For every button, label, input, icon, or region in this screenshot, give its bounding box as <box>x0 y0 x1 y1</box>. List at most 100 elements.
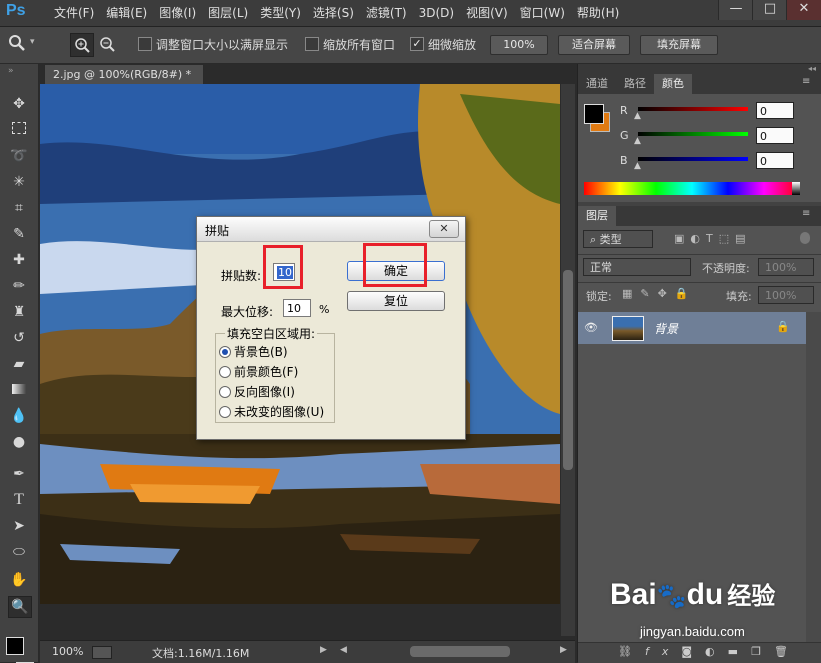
menu-item-8[interactable]: 视图(V) <box>460 0 514 26</box>
fill-screen-button[interactable]: 填充屏幕 <box>640 35 718 55</box>
document-tab[interactable]: 2.jpg @ 100%(RGB/8#) * × <box>44 64 204 101</box>
status-zoom[interactable]: 100% <box>52 645 83 658</box>
status-icon[interactable] <box>92 646 112 659</box>
fill-option-unaltered-label[interactable]: 未改变的图像(U) <box>234 403 324 420</box>
status-menu-arrow-icon[interactable]: ▶ <box>320 645 327 655</box>
channel-g-input[interactable]: 0 <box>756 127 794 144</box>
tab-layers[interactable]: 图层 <box>578 206 616 226</box>
pen-tool-icon[interactable]: ✒ <box>8 464 30 484</box>
fill-option-unaltered-radio[interactable] <box>219 406 231 418</box>
lock-position-icon[interactable]: ✥ <box>658 287 675 300</box>
blur-tool-icon[interactable]: 💧 <box>8 406 30 426</box>
fit-screen-button[interactable]: 适合屏幕 <box>558 35 630 55</box>
horizontal-scroll-thumb[interactable] <box>410 646 510 657</box>
zoom-all-checkbox[interactable] <box>305 37 319 51</box>
tab-paths[interactable]: 路径 <box>616 74 654 94</box>
minimize-button[interactable]: — <box>718 0 753 20</box>
ellipse-tool-icon[interactable]: ⬭ <box>8 542 30 562</box>
lock-pixels-icon[interactable]: ✎ <box>640 287 657 300</box>
dialog-title-bar[interactable]: 拼贴 ✕ <box>197 217 465 242</box>
fill-input[interactable]: 100% <box>758 286 814 304</box>
channel-b-slider[interactable] <box>638 157 748 161</box>
fill-option-inverse-label[interactable]: 反向图像(I) <box>234 383 295 400</box>
fill-option-inverse-radio[interactable] <box>219 386 231 398</box>
fill-option-background-label[interactable]: 背景色(B) <box>234 343 288 360</box>
channel-g-slider[interactable] <box>638 132 748 136</box>
path-selection-tool-icon[interactable]: ➤ <box>8 516 30 536</box>
color-spectrum-bw[interactable] <box>792 182 800 195</box>
panel-collapse-icon[interactable]: ◂◂ <box>578 64 821 74</box>
layer-name[interactable]: 背景 <box>654 320 678 337</box>
channel-g-slider-handle-icon[interactable]: ▲ <box>634 136 641 146</box>
menu-item-4[interactable]: 类型(Y) <box>254 0 307 26</box>
tab-color[interactable]: 颜色 <box>654 74 692 94</box>
eyedropper-tool-icon[interactable]: ✎ <box>8 224 30 244</box>
channel-b-slider-handle-icon[interactable]: ▲ <box>634 161 641 171</box>
layers-panel-menu-icon[interactable]: ≡ <box>802 208 810 219</box>
filter-pixel-icon[interactable]: ▣ <box>674 232 690 245</box>
filter-type-icon[interactable]: T <box>706 232 719 245</box>
close-window-button[interactable]: ✕ <box>786 0 821 20</box>
channel-b-input[interactable]: 0 <box>756 152 794 169</box>
layer-visibility-eye-icon[interactable]: 👁 <box>584 321 598 334</box>
marquee-tool-icon[interactable] <box>8 120 30 140</box>
menu-item-0[interactable]: 文件(F) <box>48 0 100 26</box>
lasso-tool-icon[interactable]: ➰ <box>8 146 30 166</box>
layer-row-background[interactable]: 👁 背景 🔒 <box>578 312 806 344</box>
tool-preset-chevron-icon[interactable]: ▾ <box>30 37 35 47</box>
filter-adjustment-icon[interactable]: ◐ <box>690 232 706 245</box>
gradient-tool-icon[interactable] <box>8 380 30 400</box>
color-panel-foreground-swatch[interactable] <box>584 104 604 124</box>
lock-transparent-icon[interactable]: ▦ <box>622 287 640 300</box>
magic-wand-tool-icon[interactable]: ✳ <box>8 172 30 192</box>
menu-item-5[interactable]: 选择(S) <box>307 0 360 26</box>
resize-windows-checkbox[interactable] <box>138 37 152 51</box>
offset-input[interactable]: 10 <box>283 299 311 317</box>
fill-option-background-radio[interactable] <box>219 346 231 358</box>
zoom-in-icon[interactable] <box>70 33 94 57</box>
eraser-tool-icon[interactable]: ▰ <box>8 354 30 374</box>
zoom-100-button[interactable]: 100% <box>490 35 548 55</box>
scroll-right-arrow-icon[interactable]: ▶ <box>560 645 567 655</box>
filter-toggle-icon[interactable] <box>800 232 810 244</box>
scrubby-zoom-checkbox[interactable]: ✓ <box>410 37 424 51</box>
tab-channels[interactable]: 通道 <box>578 74 616 94</box>
zoom-tool-icon[interactable] <box>8 34 26 52</box>
channel-r-slider-handle-icon[interactable]: ▲ <box>634 111 641 121</box>
menu-item-9[interactable]: 窗口(W) <box>514 0 571 26</box>
foreground-color-swatch[interactable] <box>6 637 24 655</box>
crop-tool-icon[interactable]: ⌗ <box>8 198 30 218</box>
fill-option-foreground-label[interactable]: 前景颜色(F) <box>234 363 298 380</box>
zoom-tool-active-icon[interactable]: 🔍 <box>8 596 32 618</box>
filter-smart-icon[interactable]: ▤ <box>735 232 751 245</box>
opacity-input[interactable]: 100% <box>758 258 814 276</box>
move-tool-icon[interactable]: ✥ <box>8 94 30 114</box>
lock-all-icon[interactable]: 🔒 <box>675 287 697 300</box>
brush-tool-icon[interactable]: ✏ <box>8 276 30 296</box>
filter-shape-icon[interactable]: ⬚ <box>719 232 735 245</box>
color-panel-menu-icon[interactable]: ≡ <box>802 76 810 87</box>
hand-tool-icon[interactable]: ✋ <box>8 570 30 590</box>
channel-r-input[interactable]: 0 <box>756 102 794 119</box>
dodge-tool-icon[interactable]: ● <box>8 432 30 452</box>
clone-stamp-tool-icon[interactable]: ♜ <box>8 302 30 322</box>
layer-filter-dropdown[interactable]: ⌕ 类型 <box>583 230 653 248</box>
collapse-arrows-icon[interactable]: » <box>8 66 14 76</box>
scroll-left-arrow-icon[interactable]: ◀ <box>340 645 347 655</box>
history-brush-tool-icon[interactable]: ↺ <box>8 328 30 348</box>
canvas-scroll-thumb[interactable] <box>563 270 573 470</box>
channel-r-slider[interactable] <box>638 107 748 111</box>
menu-item-3[interactable]: 图层(L) <box>202 0 254 26</box>
zoom-out-icon[interactable] <box>96 33 118 55</box>
reset-button[interactable]: 复位 <box>347 291 445 311</box>
blend-mode-dropdown[interactable]: 正常 <box>583 258 691 276</box>
dialog-close-button[interactable]: ✕ <box>429 220 459 238</box>
menu-item-2[interactable]: 图像(I) <box>153 0 202 26</box>
maximize-button[interactable]: □ <box>752 0 787 20</box>
menu-item-1[interactable]: 编辑(E) <box>100 0 153 26</box>
menu-item-6[interactable]: 滤镜(T) <box>360 0 413 26</box>
color-spectrum-bar[interactable] <box>584 182 800 195</box>
menu-item-7[interactable]: 3D(D) <box>413 0 460 26</box>
fill-option-foreground-radio[interactable] <box>219 366 231 378</box>
type-tool-icon[interactable]: T <box>8 490 30 510</box>
